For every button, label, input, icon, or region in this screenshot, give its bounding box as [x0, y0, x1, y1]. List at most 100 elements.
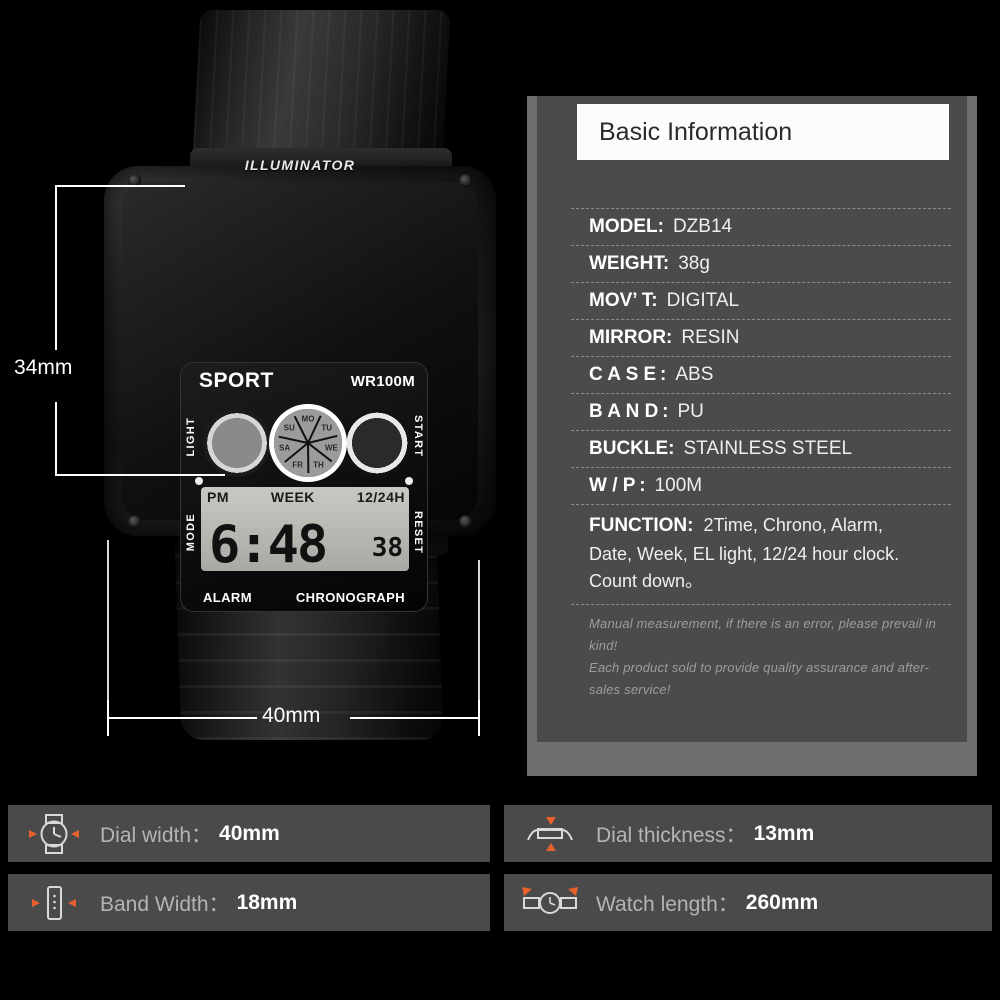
spec-key: MOV’ T:: [589, 290, 658, 311]
spec-row: W / P : 100M: [571, 467, 951, 504]
measurement-value: 260mm: [745, 890, 819, 914]
watch-case: ILLUMINATOR 10 YEAR BATTERY SPORT WR100M…: [104, 157, 496, 612]
dial-label-mode: MODE: [185, 513, 197, 552]
bezel-screw-icon: [459, 515, 472, 528]
measurement-bar-dial-width: Dial width： 40mm: [8, 805, 490, 862]
dial-feature-row: ALARM CHRONOGRAPH: [181, 590, 427, 605]
band-width-icon: [8, 881, 100, 925]
dial-sport-label: SPORT: [199, 369, 274, 392]
weekday-label: WE: [324, 443, 338, 453]
spec-value: 100M: [654, 475, 703, 496]
dial-dot-right-icon: [405, 477, 413, 485]
spec-key: WEIGHT:: [589, 253, 670, 274]
spec-value: DZB14: [672, 216, 733, 237]
function-line-2: Date, Week, EL light, 12/24 hour clock.: [589, 543, 900, 564]
dial-subdials: MO TU WE TH FR SA SU: [203, 404, 411, 482]
spec-row: BUCKLE: STAINLESS STEEL: [571, 430, 951, 467]
spec-key: MODEL:: [589, 216, 664, 237]
spec-value: PU: [677, 401, 704, 422]
spec-key: BUCKLE:: [589, 438, 675, 459]
width-guide-right: [478, 560, 480, 720]
height-dimension-line: [55, 186, 57, 476]
watch-dial-icon: [8, 812, 100, 856]
weekday-label: TU: [321, 423, 333, 433]
measurement-bar-band-width: Band Width： 18mm: [8, 874, 490, 931]
measurement-label: Band Width：: [100, 892, 230, 916]
subdial-right-icon: [343, 409, 411, 477]
spec-row: C A S E : ABS: [571, 356, 951, 393]
measurement-bar-watch-length: Watch length： 260mm: [504, 874, 992, 931]
spec-value: RESIN: [681, 327, 740, 348]
dial-water-resist-label: WR100M: [350, 373, 415, 390]
spec-row: MOV’ T: DIGITAL: [571, 282, 951, 319]
dial-thickness-icon: [504, 812, 596, 856]
lcd-display: PM WEEK 12/24H 6:48 38: [201, 487, 409, 571]
watch-dial: SPORT WR100M LIGHT START MODE RESET MO TU…: [180, 362, 428, 612]
measurement-value: 40mm: [219, 821, 280, 845]
product-infographic: ILLUMINATOR 10 YEAR BATTERY SPORT WR100M…: [0, 0, 1000, 1000]
height-tick-top: [55, 185, 185, 187]
width-tick-right: [478, 700, 480, 736]
lcd-time-value: 6:48: [209, 515, 328, 571]
watch-length-icon: [504, 881, 596, 925]
subdial-weekday: MO TU WE TH FR SA SU: [269, 404, 347, 482]
spec-key: B A N D :: [589, 401, 669, 422]
width-dimension-line-right: [350, 717, 480, 719]
spec-row: MODEL: DZB14: [571, 208, 951, 245]
disclaimer-block: Manual measurement, if there is an error…: [571, 603, 951, 701]
spec-value: STAINLESS STEEL: [683, 438, 853, 459]
weekday-label: TH: [313, 460, 324, 470]
spec-function-block: FUNCTION: 2Time, Chrono, Alarm, Date, Wee…: [571, 504, 951, 600]
lcd-indicator-row: PM WEEK 12/24H: [207, 489, 405, 505]
basic-information-title: Basic Information: [577, 104, 949, 160]
height-tick-bottom: [55, 474, 225, 476]
dial-dot-left-icon: [195, 477, 203, 485]
function-line-3: Count down。: [589, 571, 704, 592]
basic-information-body: Basic Information MODEL: DZB14 WEIGHT: 38g M…: [537, 96, 967, 742]
measurement-label: Watch length：: [596, 892, 739, 916]
spec-key: MIRROR:: [589, 327, 673, 348]
spec-value: ABS: [675, 364, 714, 385]
measurement-bar-dial-thickness: Dial thickness： 13mm: [504, 805, 992, 862]
basic-information-card: Basic Information MODEL: DZB14 WEIGHT: 38g M…: [527, 96, 977, 776]
dial-label-reset: RESET: [412, 511, 424, 555]
lcd-seconds-value: 38: [371, 533, 403, 563]
disclaimer-line: Manual measurement, if there is an error…: [589, 615, 937, 653]
lcd-pm-indicator: PM: [207, 489, 229, 505]
spec-value: DIGITAL: [666, 290, 740, 311]
lcd-format-indicator: 12/24H: [356, 489, 405, 505]
spec-row: WEIGHT: 38g: [571, 245, 951, 282]
spec-row: B A N D : PU: [571, 393, 951, 430]
weekday-label: SA: [279, 443, 291, 453]
dial-label-alarm: ALARM: [202, 590, 252, 605]
dial-label-light: LIGHT: [185, 417, 197, 457]
weekday-label: FR: [292, 460, 303, 470]
specification-list: MODEL: DZB14 WEIGHT: 38g MOV’ T: DIGITAL MIRRO…: [571, 208, 951, 701]
dial-label-chronograph: CHRONOGRAPH: [295, 590, 406, 605]
spec-value: 38g: [678, 253, 710, 274]
disclaimer-line: Each product sold to provide quality ass…: [589, 659, 929, 697]
bezel-screw-icon: [128, 515, 141, 528]
function-line-1: FUNCTION: 2Time, Chrono, Alarm,: [589, 515, 883, 536]
brand-illuminator-text: ILLUMINATOR: [244, 157, 356, 173]
weekday-label: MO: [301, 414, 315, 424]
spec-key: W / P :: [589, 475, 646, 496]
bezel-screw-icon: [459, 174, 472, 187]
weekday-ring: MO TU WE TH FR SA SU: [269, 404, 347, 482]
watch-photo-area: ILLUMINATOR 10 YEAR BATTERY SPORT WR100M…: [0, 0, 510, 790]
width-dimension-line-left: [107, 717, 257, 719]
width-dimension-label: 40mm: [262, 704, 321, 727]
spec-key: C A S E :: [589, 364, 667, 385]
function-key: FUNCTION:: [589, 515, 694, 536]
height-dimension-label: 34mm: [14, 356, 73, 379]
subdial-spoke: [307, 442, 310, 474]
lcd-week-indicator: WEEK: [270, 489, 315, 505]
measurement-value: 18mm: [236, 890, 298, 914]
measurement-label: Dial thickness：: [596, 823, 747, 847]
measurement-value: 13mm: [753, 821, 815, 845]
dial-label-start: START: [412, 415, 424, 458]
width-tick-left: [107, 700, 109, 736]
spec-row: MIRROR: RESIN: [571, 319, 951, 356]
measurement-label: Dial width：: [100, 823, 213, 847]
subdial-left-icon: [203, 409, 271, 477]
